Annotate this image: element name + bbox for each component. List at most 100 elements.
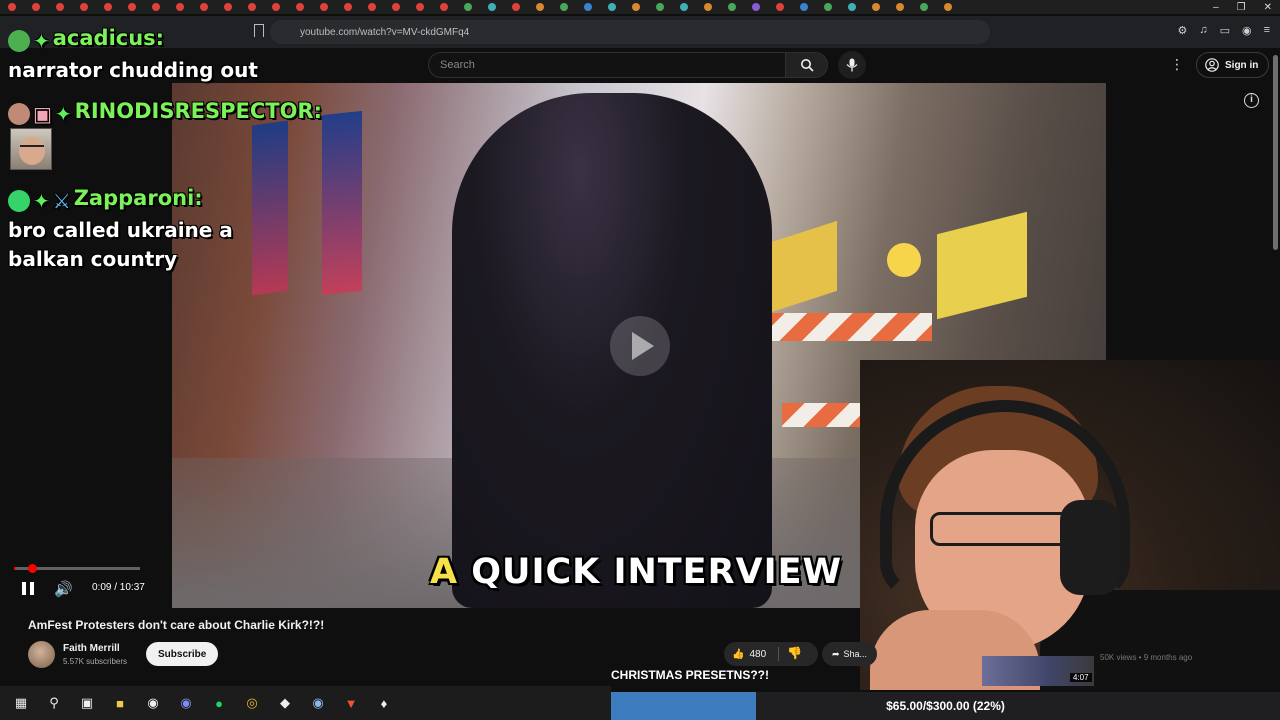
tab-favicon-icon[interactable] [776, 3, 784, 11]
chat-author: ✦ acadicus: [8, 26, 164, 53]
progress-fill [14, 567, 16, 570]
app-icon[interactable]: ◆ [276, 694, 294, 712]
donation-goal-title: CHRISTMAS PRESETNS??! [611, 668, 770, 682]
caption-text: QUICK INTERVIEW [471, 552, 843, 592]
chat-author: ▣ ✦ RINODISRESPECTOR: [8, 99, 322, 126]
tab-favicon-icon[interactable] [224, 3, 232, 11]
tab-favicon-icon[interactable] [320, 3, 328, 11]
tab-favicon-icon[interactable] [464, 3, 472, 11]
share-button[interactable]: ➦ Sha... [822, 642, 878, 666]
tab-favicon-icon[interactable] [704, 3, 712, 11]
search-icon[interactable]: ⚲ [45, 694, 63, 712]
browser-tab-strip [0, 0, 1280, 14]
tab-favicon-icon[interactable] [8, 3, 16, 11]
tab-favicon-icon[interactable] [344, 3, 352, 11]
obs-icon[interactable]: ◉ [144, 694, 162, 712]
tab-favicon-icon[interactable] [272, 3, 280, 11]
tab-favicon-icon[interactable] [848, 3, 856, 11]
play-button-overlay[interactable] [610, 316, 670, 376]
chat-badge-icon [8, 29, 30, 52]
pause-button[interactable] [22, 582, 36, 596]
tab-favicon-icon[interactable] [248, 3, 256, 11]
tab-favicon-icon[interactable] [56, 3, 64, 11]
tab-favicon-icon[interactable] [536, 3, 544, 11]
pause-icon [30, 582, 34, 595]
tab-favicon-icon[interactable] [176, 3, 184, 11]
close-icon[interactable]: ✕ [1264, 2, 1272, 13]
like-button[interactable]: 👍 480 👎 [724, 642, 818, 666]
tab-favicon-icon[interactable] [608, 3, 616, 11]
tab-favicon-icon[interactable] [80, 3, 88, 11]
more-options-icon[interactable]: ⋮ [1170, 56, 1184, 73]
chat-username: RINODISRESPECTOR: [74, 99, 322, 123]
tab-favicon-icon[interactable] [800, 3, 808, 11]
tab-favicon-icon[interactable] [920, 3, 928, 11]
volume-icon[interactable]: 🔊 [54, 580, 73, 598]
search-input[interactable]: Search [428, 52, 786, 78]
tab-favicon-icon[interactable] [32, 3, 40, 11]
minimize-icon[interactable]: – [1213, 2, 1219, 13]
app2-icon[interactable]: ♦ [375, 694, 393, 712]
tab-favicon-icon[interactable] [440, 3, 448, 11]
tab-favicon-icon[interactable] [416, 3, 424, 11]
task-view-icon[interactable]: ▣ [78, 694, 96, 712]
windows-start-icon[interactable]: ▦ [12, 694, 30, 712]
dislike-icon[interactable]: 👎 [787, 646, 802, 660]
tab-favicon-icon[interactable] [296, 3, 304, 11]
sign-in-button[interactable]: Sign in [1196, 52, 1270, 78]
tab-favicon-icon[interactable] [752, 3, 760, 11]
donation-goal-text: $65.00/$300.00 (22%) [886, 699, 1005, 713]
search-button[interactable] [786, 52, 828, 78]
gift-badge-icon: ▣ [33, 101, 52, 126]
like-divider [778, 647, 779, 661]
tab-favicon-icon[interactable] [512, 3, 520, 11]
spotify-icon[interactable]: ● [210, 694, 228, 712]
tab-favicon-icon[interactable] [728, 3, 736, 11]
tab-favicon-icon[interactable] [896, 3, 904, 11]
voice-search-button[interactable] [838, 51, 866, 79]
tab-favicon-icon[interactable] [152, 3, 160, 11]
tab-favicon-icon[interactable] [488, 3, 496, 11]
tab-favicon-icon[interactable] [824, 3, 832, 11]
page-scrollbar[interactable] [1273, 55, 1278, 250]
channel-name[interactable]: Faith Merrill [63, 643, 120, 654]
pause-icon [22, 582, 26, 595]
tab-favicon-icon[interactable] [128, 3, 136, 11]
chrome-icon[interactable]: ◎ [243, 694, 261, 712]
sign-in-label: Sign in [1225, 59, 1259, 71]
url-field[interactable]: youtube.com/watch?v=MV-ckdGMFq4 [270, 20, 990, 44]
sparkle-badge-icon: ✦ [33, 28, 50, 53]
progress-scrubber[interactable] [27, 564, 37, 573]
tab-favicon-icon[interactable] [680, 3, 688, 11]
tab-favicon-icon[interactable] [584, 3, 592, 11]
tab-favicon-icon[interactable] [656, 3, 664, 11]
tab-favicon-icon[interactable] [104, 3, 112, 11]
avatar-badge-icon [8, 102, 30, 125]
info-icon[interactable]: i [1244, 93, 1259, 108]
brave-icon[interactable]: ▼ [342, 694, 360, 712]
tab-favicon-icon[interactable] [392, 3, 400, 11]
webcam-earcup [1060, 500, 1120, 595]
bookmark-icon[interactable] [254, 24, 264, 37]
tab-favicon-icon[interactable] [368, 3, 376, 11]
video-title: AmFest Protesters don't care about Charl… [28, 618, 325, 632]
tab-favicon-icon[interactable] [632, 3, 640, 11]
emote-face [19, 137, 45, 165]
kick-badge-icon [8, 189, 30, 212]
tab-favicon-icon[interactable] [944, 3, 952, 11]
wallet-icon[interactable]: ◉ [1242, 24, 1252, 37]
media-icon[interactable]: ♫ [1199, 24, 1207, 37]
discord-icon[interactable]: ◉ [177, 694, 195, 712]
file-explorer-icon[interactable]: ■ [111, 694, 129, 712]
steam-icon[interactable]: ◉ [309, 694, 327, 712]
extension-icon[interactable]: ⚙ [1177, 24, 1187, 37]
channel-avatar[interactable] [28, 641, 55, 668]
tab-favicon-icon[interactable] [200, 3, 208, 11]
menu-icon[interactable]: ≡ [1264, 24, 1270, 37]
tab-favicon-icon[interactable] [872, 3, 880, 11]
subscribe-button[interactable]: Subscribe [146, 642, 219, 666]
restore-icon[interactable]: ❐ [1237, 2, 1246, 13]
tab-favicon-icon[interactable] [560, 3, 568, 11]
sidebar-icon[interactable]: ▭ [1220, 24, 1230, 37]
account-icon [1205, 58, 1219, 72]
